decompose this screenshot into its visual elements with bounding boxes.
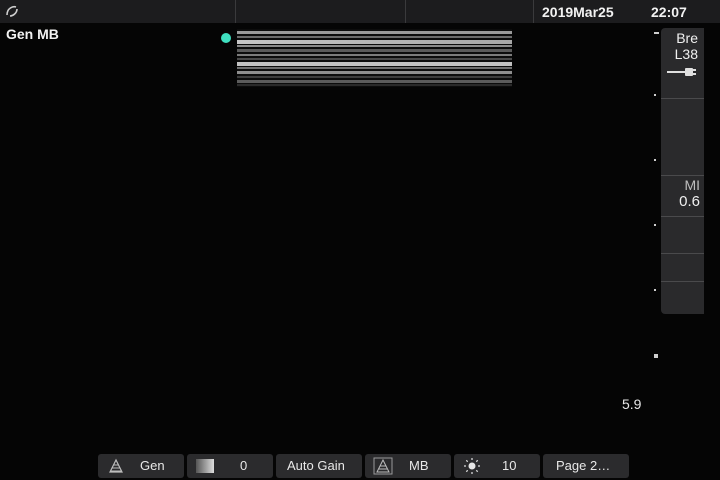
depth-tick (654, 224, 656, 226)
gain-value: 0 (240, 458, 248, 473)
bottom-toolbar: Gen 0 Auto Gain MB 10 Page 2… (0, 454, 720, 480)
mb-button[interactable]: MB (365, 454, 451, 478)
mode-button[interactable]: Gen (98, 454, 184, 478)
top-bar-logo-segment (0, 0, 236, 23)
depth-tick (654, 289, 656, 291)
depth-tick (654, 354, 658, 358)
brightness-button[interactable]: 10 (454, 454, 540, 478)
brightness-value: 10 (502, 458, 517, 473)
exam-type-label: Bre (676, 30, 698, 46)
depth-scale (652, 24, 660, 364)
page-label: Page 2… (556, 458, 611, 473)
time-display: 22:07 (651, 4, 687, 20)
depth-tick (654, 32, 659, 34)
mode-icon (109, 458, 123, 473)
depth-tick (654, 159, 656, 161)
date-display: 2019Mar25 (542, 4, 614, 20)
auto-gain-button[interactable]: Auto Gain (276, 454, 362, 478)
probe-icon (667, 68, 696, 76)
transducer-label: L38 (674, 46, 698, 62)
top-bar-segment (406, 0, 534, 23)
mi-value: 0.6 (679, 193, 700, 210)
mb-icon (373, 457, 393, 475)
brightness-icon (464, 458, 480, 474)
exam-type-button[interactable]: Bre L38 (661, 28, 704, 99)
top-bar-segment (236, 0, 406, 23)
gain-icon (196, 459, 214, 473)
side-panel-slot[interactable] (661, 217, 704, 254)
auto-gain-label: Auto Gain (287, 458, 345, 473)
mb-label: MB (409, 458, 429, 473)
preset-label: Gen MB (6, 26, 59, 42)
depth-tick (654, 94, 656, 96)
side-panel-slot[interactable] (661, 99, 704, 176)
top-bar: 2019Mar25 22:07 (0, 0, 720, 23)
side-panel-slot[interactable] (661, 282, 704, 314)
side-panel-slot[interactable] (661, 254, 704, 282)
mi-readout: MI 0.6 (661, 176, 704, 217)
mode-label: Gen (140, 458, 165, 473)
logo-icon (6, 5, 18, 17)
depth-value: 5.9 (622, 396, 642, 412)
page-button[interactable]: Page 2… (543, 454, 629, 478)
orientation-marker (221, 33, 231, 43)
ultrasound-image (237, 29, 512, 87)
side-panel: Bre L38 MI 0.6 (661, 28, 704, 314)
gain-button[interactable]: 0 (187, 454, 273, 478)
mi-label: MI (684, 177, 700, 193)
